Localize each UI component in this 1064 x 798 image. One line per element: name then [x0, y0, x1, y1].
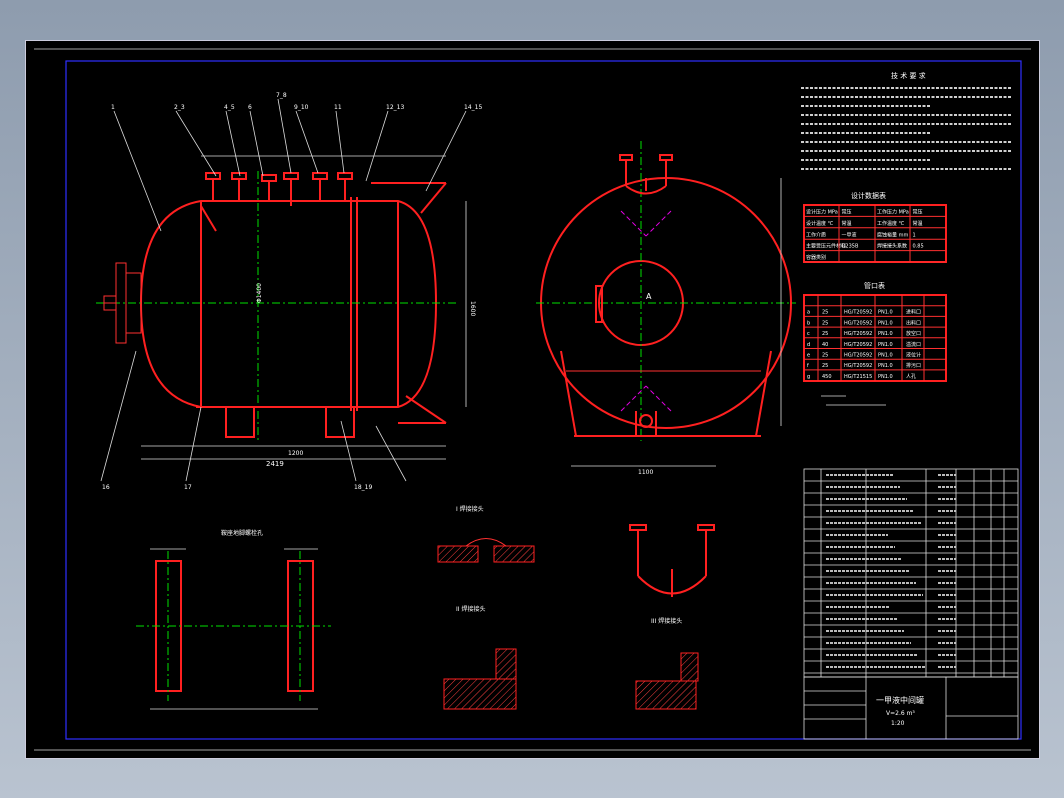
callout-label: 1 [111, 104, 115, 111]
nozzle-cell: HG/T21515 [844, 374, 872, 380]
section-label: A [646, 292, 652, 301]
design-cell: 设计温度 ℃ [806, 220, 834, 227]
nozzle-cell: 40 [822, 342, 828, 348]
vessel-shell [139, 200, 438, 408]
detail-title-weld-1: I 焊接接头 [456, 505, 484, 513]
nozzle-cell: 450 [822, 374, 832, 380]
nozzle-cell: 进料口 [906, 309, 921, 316]
detail-title-support: 鞍座地脚螺栓孔 [221, 529, 263, 537]
design-cell: 0.85 [913, 244, 924, 250]
front-view: 2419 1200 1600 Φ1400 1 2_3 4_5 6 7_8 9_10 11 12… [96, 92, 482, 491]
design-cell: 工作压力 MPa [877, 209, 909, 216]
weld-details: I 焊接接头 II 焊接接头 III 焊接接头 [437, 505, 715, 710]
nozzle-cell: PN1.0 [878, 353, 893, 359]
design-cell: 设计压力 MPa [806, 209, 838, 216]
design-cell: Q235B [842, 244, 859, 250]
nozzle-cell: 放空口 [906, 330, 921, 337]
design-cell: 焊接接头系数 [877, 243, 907, 250]
nozzle-cell: 液位计 [906, 352, 921, 359]
callout-label: 14_15 [464, 104, 482, 111]
support-width-dim: 1100 [638, 469, 653, 476]
nozzle-cell: 25 [822, 310, 828, 316]
design-cell: 1 [913, 232, 916, 238]
design-data-table: 设计数据表 设计压力 MPa 常压 工作压力 MPa 常压设计温度 ℃ 常温 工作温度 ℃… [803, 191, 947, 263]
drawing-scale: 1:20 [891, 720, 905, 727]
nozzle-cell: 25 [822, 363, 828, 369]
design-cell: 常温 [842, 220, 852, 227]
nozzle-cell: HG/T20592 [844, 310, 872, 316]
nozzle-cell: f [807, 363, 809, 369]
callout-label: 6 [248, 104, 252, 111]
nozzle-cell: g [807, 374, 810, 380]
parts-list [803, 468, 1019, 678]
side-view: 1100 A [536, 141, 796, 476]
nozzle-cell: 出料口 [906, 319, 921, 326]
callout-label: 4_5 [224, 104, 235, 111]
nozzle-cell: PN1.0 [878, 320, 893, 326]
nozzle-heading: 管口表 [864, 281, 885, 290]
nozzle-cell: b [807, 320, 810, 326]
design-cell: 容器类别 [806, 254, 826, 261]
technical-notes: 技 术 要 求 [801, 71, 1011, 170]
design-cell: 一甲液 [842, 231, 857, 238]
drawing-subtitle: V=2.6 m³ [886, 710, 915, 717]
nozzle-cell: a [807, 310, 810, 316]
nozzle-cell: e [807, 353, 810, 359]
support-spacing-dim: 1200 [288, 450, 303, 457]
notes-heading: 技 术 要 求 [891, 71, 926, 80]
drawing-title: 一甲液中间罐 [876, 695, 924, 705]
design-cell: 常压 [842, 209, 852, 216]
callout-label: 18_19 [354, 484, 372, 491]
nozzle-cell: HG/T20592 [844, 353, 872, 359]
front-callouts: 1 2_3 4_5 6 7_8 9_10 11 12_13 14_15 16 17 18_19 [102, 92, 482, 491]
nozzle-cell: PN1.0 [878, 374, 893, 380]
nozzle-cell: HG/T20592 [844, 342, 872, 348]
nozzle-cell: PN1.0 [878, 331, 893, 337]
nozzle-cell: HG/T20592 [844, 331, 872, 337]
design-cell: 常温 [913, 220, 923, 227]
nozzle-table: 管口表 a 25 HG/T20592 PN1.0 进料口 b 25 HG/T20592 PN1.… [803, 281, 947, 406]
callout-label: 17 [184, 484, 192, 491]
nozzle-cell: d [807, 342, 810, 348]
design-cell: 工作介质 [806, 231, 826, 238]
detail-support-plan: 鞍座地脚螺栓孔 [136, 529, 331, 710]
design-cell: 工作温度 ℃ [877, 220, 905, 227]
callout-label: 7_8 [276, 92, 287, 99]
nozzle-cell: 人孔 [906, 373, 916, 380]
design-cell: 主要受压元件材料 [806, 243, 846, 250]
nozzle-cell: 25 [822, 331, 828, 337]
callout-label: 12_13 [386, 104, 404, 111]
callout-label: 11 [334, 104, 342, 111]
design-cell: 常压 [913, 209, 923, 216]
callout-label: 9_10 [294, 104, 309, 111]
detail-title-weld-3: III 焊接接头 [651, 617, 682, 625]
design-cell: 腐蚀裕量 mm [877, 231, 908, 238]
drawing-frame: 2419 1200 1600 Φ1400 1 2_3 4_5 6 7_8 9_10 11 12… [25, 40, 1040, 759]
title-block: 一甲液中间罐 V=2.6 m³ 1:20 [803, 676, 1019, 740]
height-dim: 1600 [469, 301, 476, 316]
design-data-heading: 设计数据表 [851, 191, 886, 200]
nozzle-cell: 溢流口 [906, 341, 921, 348]
nozzle-cell: 排污口 [906, 362, 921, 369]
nozzle-cell: c [807, 331, 810, 337]
nozzle-cell: PN1.0 [878, 363, 893, 369]
nozzle-cell: 25 [822, 353, 828, 359]
nozzle-cell: PN1.0 [878, 310, 893, 316]
callout-label: 16 [102, 484, 110, 491]
callout-label: 2_3 [174, 104, 185, 111]
nozzle-cell: HG/T20592 [844, 363, 872, 369]
overall-length-dim: 2419 [266, 460, 284, 468]
nozzle-cell: 25 [822, 320, 828, 326]
nozzle-cell: PN1.0 [878, 342, 893, 348]
nozzle-cell: HG/T20592 [844, 320, 872, 326]
cad-drawing: 2419 1200 1600 Φ1400 1 2_3 4_5 67_89_10 11 12… [34, 48, 1031, 751]
diameter-dim: Φ1400 [256, 283, 263, 303]
detail-title-weld-2: II 焊接接头 [456, 605, 485, 613]
